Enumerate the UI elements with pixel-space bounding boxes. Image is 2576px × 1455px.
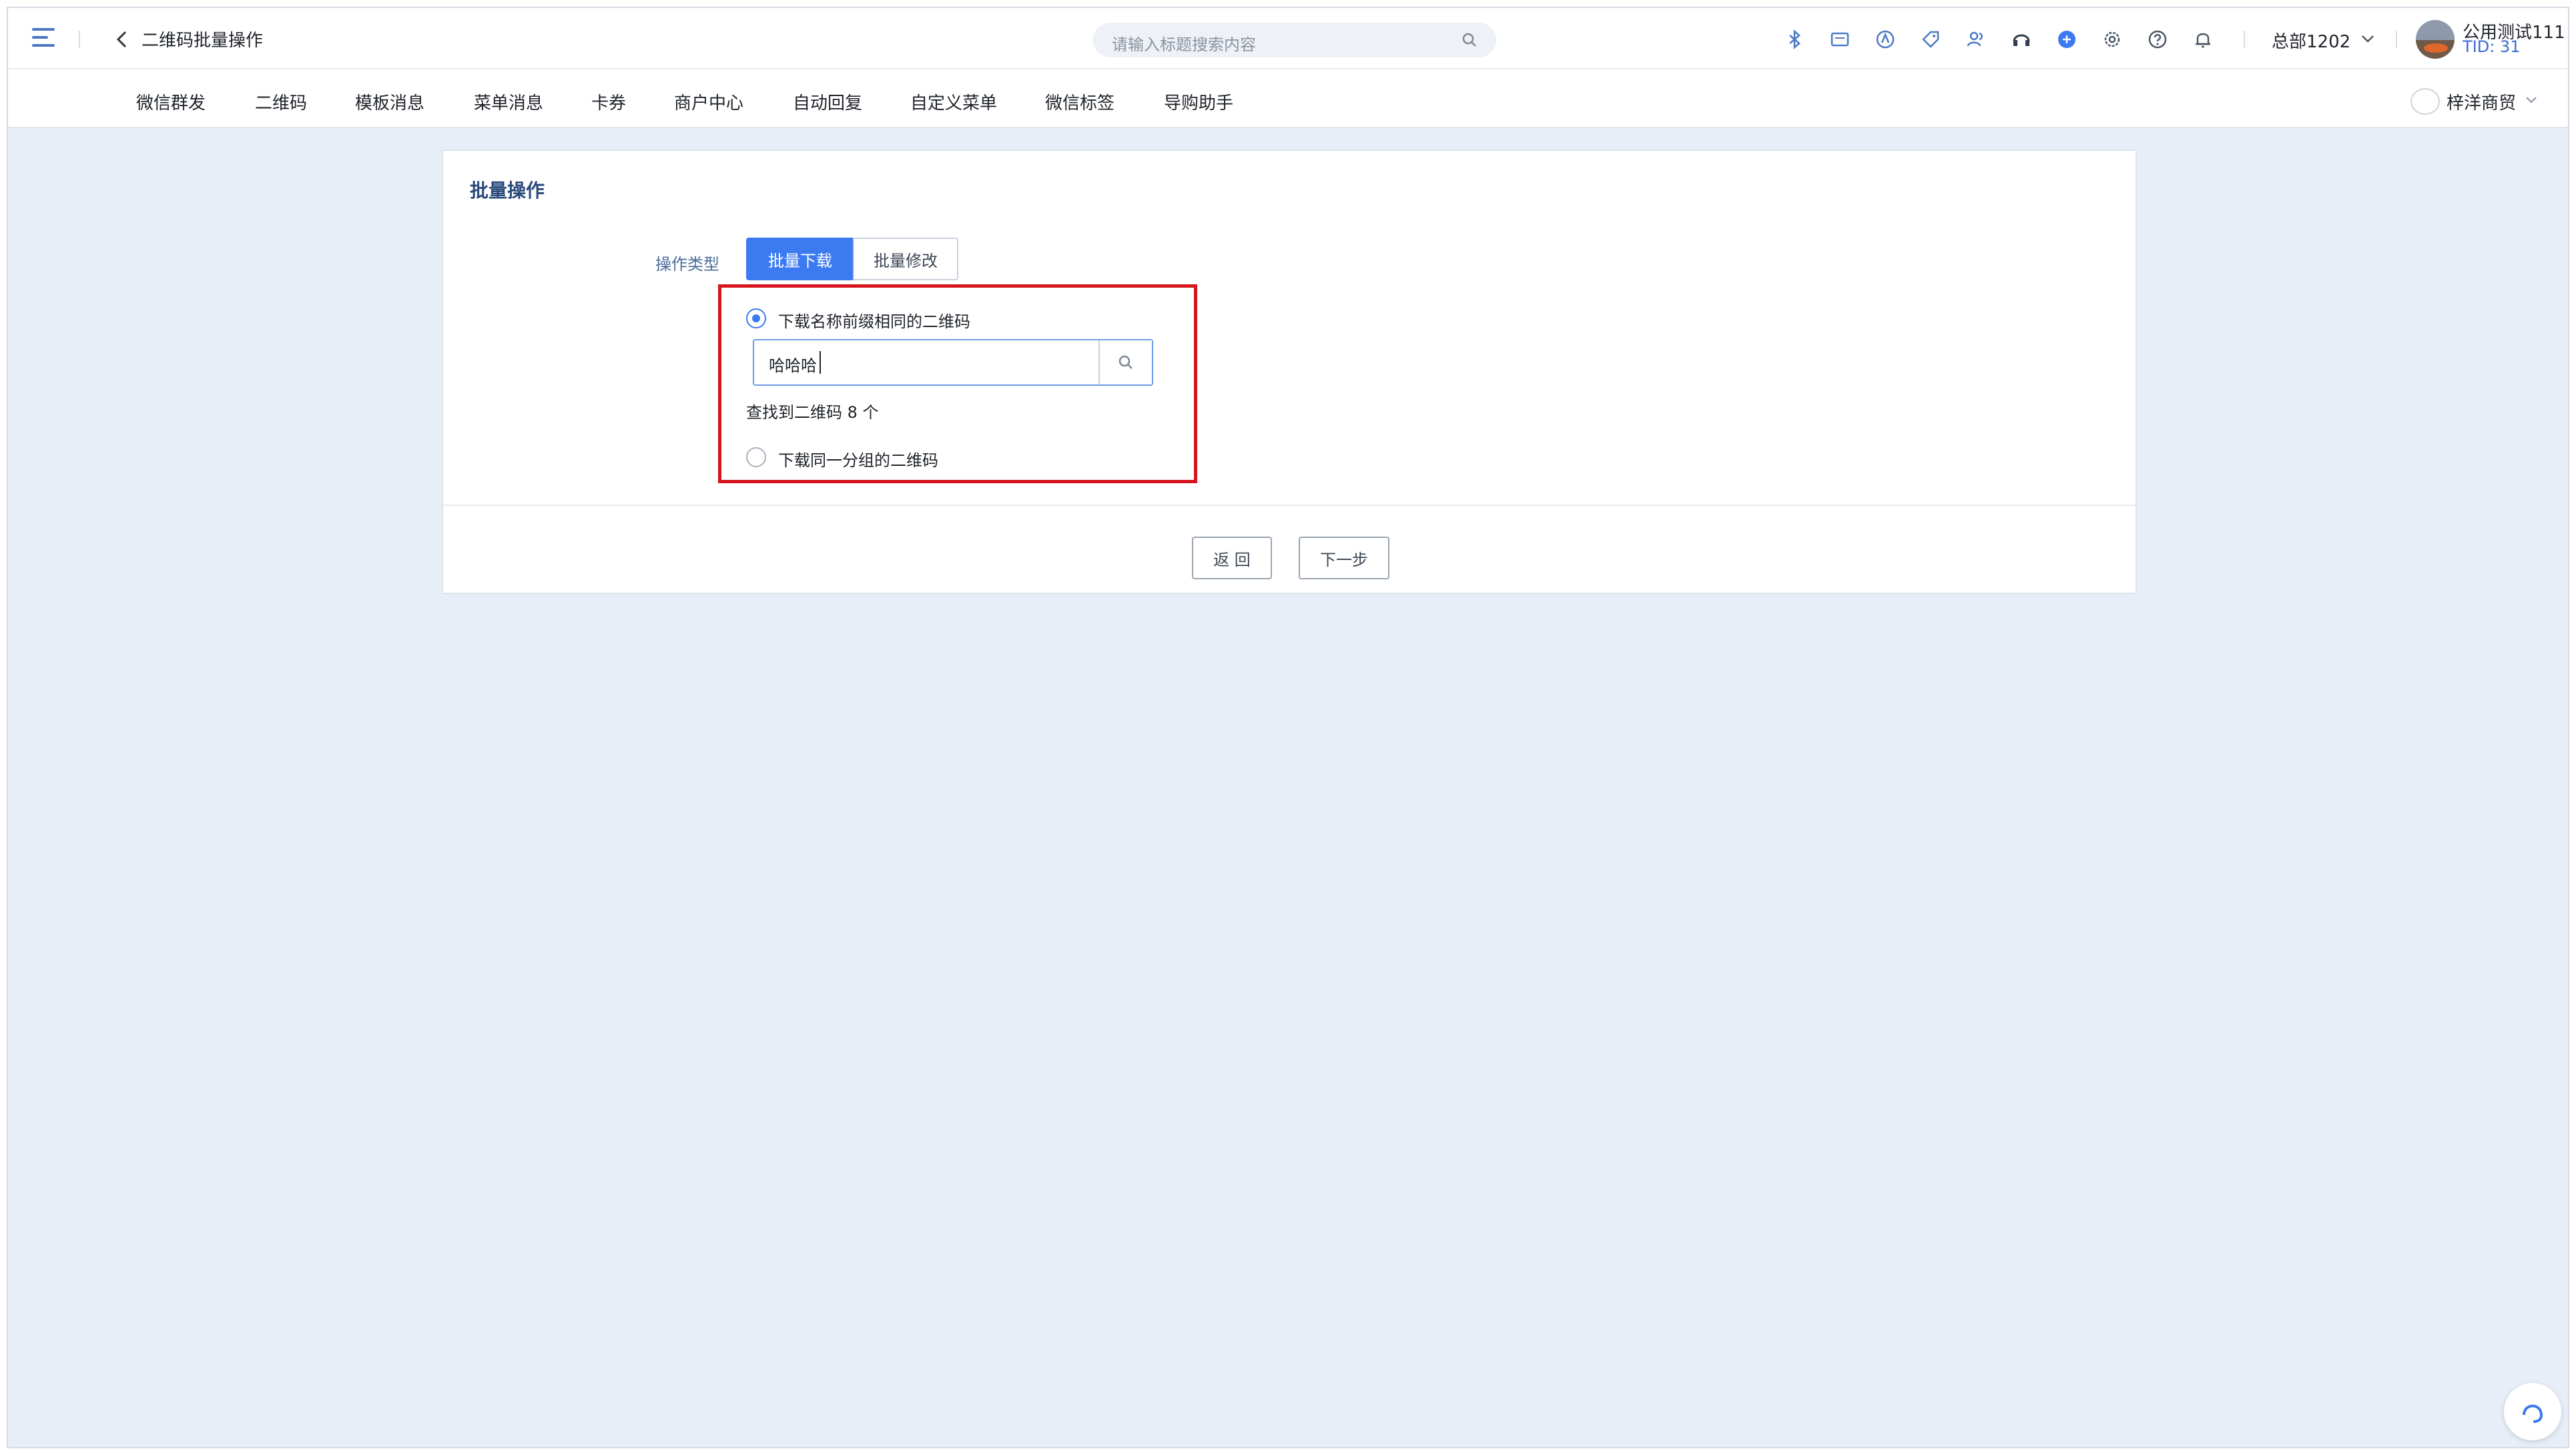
card-title: 批量操作	[470, 180, 545, 202]
add-circle-icon[interactable]	[2055, 28, 2078, 51]
app-window: 二维码批量操作 请输入标题搜索内容 总部1202 公用测试111 TID: 31…	[7, 7, 2569, 1448]
nav-item[interactable]: 自定义菜单	[910, 89, 997, 114]
divider	[79, 31, 80, 48]
search-placeholder: 请输入标题搜索内容	[1112, 35, 1256, 54]
nav-item[interactable]: 自动回复	[793, 89, 862, 114]
divider	[2396, 31, 2397, 48]
prefix-input-value: 哈哈哈	[769, 356, 817, 375]
found-count-text: 查找到二维码 8 个	[746, 403, 879, 422]
tab-batch-edit[interactable]: 批量修改	[853, 238, 958, 280]
chevron-down-icon[interactable]	[2524, 92, 2539, 107]
top-bar: 二维码批量操作 请输入标题搜索内容 总部1202 公用测试111 TID: 31	[8, 8, 2568, 69]
help-icon[interactable]	[2146, 28, 2169, 51]
shop-name: 梓洋商贸	[2447, 93, 2517, 113]
nav-item[interactable]: 卡券	[591, 89, 626, 114]
headset-icon[interactable]	[2010, 28, 2033, 51]
nav-item[interactable]: 导购助手	[1164, 89, 1233, 114]
menu-icon[interactable]	[32, 28, 55, 48]
radio-label: 下载同一分组的二维码	[778, 451, 938, 470]
operation-type-label: 操作类型	[655, 255, 719, 274]
bell-icon[interactable]	[2192, 28, 2214, 51]
back-button[interactable]: 返 回	[1192, 537, 1272, 579]
radio-download-by-prefix[interactable]	[746, 308, 766, 328]
back-arrow-icon[interactable]	[112, 28, 132, 51]
message-icon[interactable]	[1829, 28, 1851, 51]
search-icon[interactable]	[1460, 31, 1479, 49]
avatar[interactable]	[2416, 20, 2455, 59]
gear-icon[interactable]	[2101, 28, 2124, 51]
shop-selector[interactable]: 梓洋商贸	[2410, 87, 2544, 115]
nav-item[interactable]: 微信标签	[1045, 89, 1114, 114]
compass-icon[interactable]	[1874, 28, 1897, 51]
nav-item[interactable]: 菜单消息	[474, 89, 543, 114]
bluetooth-icon[interactable]	[1783, 28, 1806, 51]
text-caret	[820, 351, 821, 374]
nav-item[interactable]: 微信群发	[136, 89, 206, 114]
chevron-down-icon[interactable]	[2360, 31, 2376, 47]
next-step-button[interactable]: 下一步	[1299, 537, 1389, 579]
radio-label: 下载名称前缀相同的二维码	[778, 312, 970, 331]
org-selector[interactable]: 总部1202	[2272, 28, 2350, 53]
shop-logo	[2410, 88, 2440, 115]
page-title: 二维码批量操作	[141, 31, 264, 51]
user-tid: TID: 31	[2463, 37, 2521, 56]
tag-icon[interactable]	[1919, 28, 1942, 51]
prefix-search-input[interactable]: 哈哈哈	[753, 339, 1153, 386]
users-icon[interactable]	[1965, 28, 1987, 51]
tab-batch-download[interactable]: 批量下载	[746, 238, 854, 280]
divider	[2244, 31, 2245, 48]
headset-icon	[2523, 1404, 2543, 1423]
global-search-input[interactable]: 请输入标题搜索内容	[1093, 23, 1496, 57]
prefix-search-button[interactable]	[1098, 340, 1152, 384]
nav-bar: 微信群发 二维码 模板消息 菜单消息 卡券 商户中心 自动回复 自定义菜单 微信…	[8, 69, 2568, 128]
radio-download-by-group[interactable]	[746, 447, 766, 467]
divider	[443, 505, 2136, 506]
customer-service-button[interactable]	[2504, 1383, 2561, 1440]
search-icon	[1118, 355, 1133, 369]
batch-operation-card: 批量操作 操作类型 批量下载 批量修改 下载名称前缀相同的二维码 哈哈哈 查找到…	[442, 150, 2137, 594]
nav-item[interactable]: 二维码	[255, 89, 307, 114]
nav-item[interactable]: 商户中心	[674, 89, 743, 114]
nav-item[interactable]: 模板消息	[355, 89, 424, 114]
